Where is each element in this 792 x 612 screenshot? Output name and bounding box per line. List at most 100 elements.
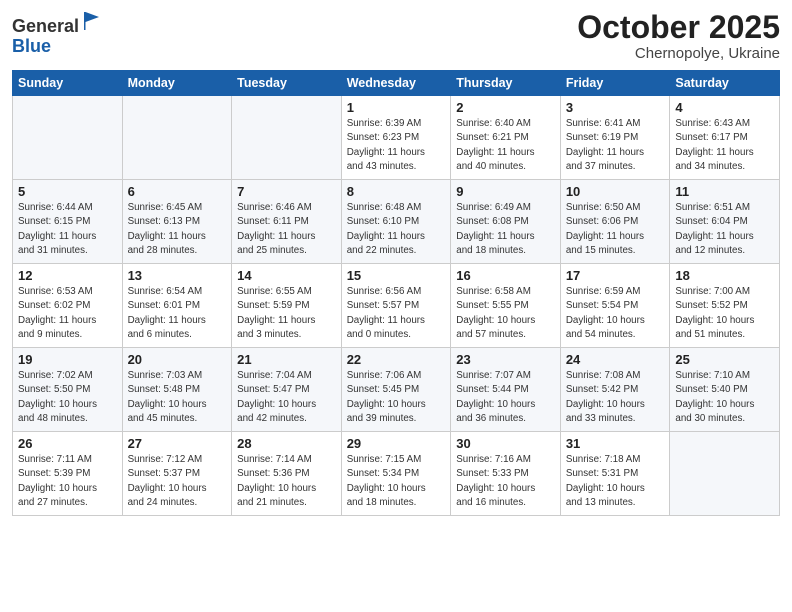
calendar-week-4: 19Sunrise: 7:02 AM Sunset: 5:50 PM Dayli…	[13, 348, 780, 432]
logo-general: General	[12, 16, 79, 36]
calendar-cell: 6 Sunrise: 6:45 AM Sunset: 6:13 PM Daylig…	[122, 180, 232, 264]
day-info: Sunrise: 7:04 AM Sunset: 5:47 PM Dayligh…	[237, 369, 336, 426]
calendar-body: 1 Sunrise: 6:39 AM Sunset: 6:23 PM Daylig…	[13, 96, 780, 516]
day-info: Sunrise: 7:00 AM Sunset: 5:52 PM Dayligh…	[675, 285, 774, 342]
calendar-cell: 1 Sunrise: 6:39 AM Sunset: 6:23 PM Daylig…	[341, 96, 451, 180]
calendar-cell: 23Sunrise: 7:07 AM Sunset: 5:44 PM Dayli…	[451, 348, 561, 432]
calendar-cell: 25Sunrise: 7:10 AM Sunset: 5:40 PM Dayli…	[670, 348, 780, 432]
day-info: Sunrise: 7:12 AM Sunset: 5:37 PM Dayligh…	[128, 453, 227, 510]
day-info: Sunrise: 7:16 AM Sunset: 5:33 PM Dayligh…	[456, 453, 555, 510]
page-header: General Blue October 2025 Chernopolye, U…	[12, 10, 780, 62]
day-number: 5	[18, 184, 117, 199]
calendar-cell: 7Sunrise: 6:46 AM Sunset: 6:11 PM Daylig…	[232, 180, 342, 264]
day-number: 1	[347, 100, 446, 115]
calendar-week-3: 12Sunrise: 6:53 AM Sunset: 6:02 PM Dayli…	[13, 264, 780, 348]
calendar-week-5: 26Sunrise: 7:11 AM Sunset: 5:39 PM Dayli…	[13, 432, 780, 516]
day-info: Sunrise: 6:55 AM Sunset: 5:59 PM Dayligh…	[237, 285, 336, 342]
day-info: Sunrise: 7:14 AM Sunset: 5:36 PM Dayligh…	[237, 453, 336, 510]
calendar-week-1: 1 Sunrise: 6:39 AM Sunset: 6:23 PM Daylig…	[13, 96, 780, 180]
header-sunday: Sunday	[13, 71, 123, 96]
day-info: Sunrise: 7:06 AM Sunset: 5:45 PM Dayligh…	[347, 369, 446, 426]
day-info: Sunrise: 7:02 AM Sunset: 5:50 PM Dayligh…	[18, 369, 117, 426]
day-number: 3	[566, 100, 665, 115]
header-monday: Monday	[122, 71, 232, 96]
day-number: 30	[456, 436, 555, 451]
day-info: Sunrise: 6:51 AM Sunset: 6:04 PM Dayligh…	[675, 201, 774, 258]
calendar-cell	[670, 432, 780, 516]
month-title: October 2025	[577, 10, 780, 45]
calendar-cell	[122, 96, 232, 180]
day-info: Sunrise: 6:39 AM Sunset: 6:23 PM Dayligh…	[347, 117, 446, 174]
day-number: 22	[347, 352, 446, 367]
day-number: 27	[128, 436, 227, 451]
calendar-cell: 28 Sunrise: 7:14 AM Sunset: 5:36 PM Dayli…	[232, 432, 342, 516]
location: Chernopolye, Ukraine	[577, 45, 780, 62]
day-number: 10	[566, 184, 665, 199]
calendar-cell: 21Sunrise: 7:04 AM Sunset: 5:47 PM Dayli…	[232, 348, 342, 432]
calendar-cell: 9Sunrise: 6:49 AM Sunset: 6:08 PM Daylig…	[451, 180, 561, 264]
day-info: Sunrise: 6:45 AM Sunset: 6:13 PM Dayligh…	[128, 201, 227, 258]
calendar-cell: 19Sunrise: 7:02 AM Sunset: 5:50 PM Dayli…	[13, 348, 123, 432]
day-number: 12	[18, 268, 117, 283]
calendar-week-2: 5 Sunrise: 6:44 AM Sunset: 6:15 PM Daylig…	[13, 180, 780, 264]
day-number: 26	[18, 436, 117, 451]
calendar-cell: 16Sunrise: 6:58 AM Sunset: 5:55 PM Dayli…	[451, 264, 561, 348]
calendar-cell: 29Sunrise: 7:15 AM Sunset: 5:34 PM Dayli…	[341, 432, 451, 516]
day-info: Sunrise: 6:56 AM Sunset: 5:57 PM Dayligh…	[347, 285, 446, 342]
calendar-header: Sunday Monday Tuesday Wednesday Thursday…	[13, 71, 780, 96]
day-number: 17	[566, 268, 665, 283]
page-container: General Blue October 2025 Chernopolye, U…	[0, 0, 792, 524]
calendar-cell: 10 Sunrise: 6:50 AM Sunset: 6:06 PM Dayli…	[560, 180, 670, 264]
calendar-cell	[13, 96, 123, 180]
day-number: 28	[237, 436, 336, 451]
calendar-cell: 13 Sunrise: 6:54 AM Sunset: 6:01 PM Dayli…	[122, 264, 232, 348]
calendar-cell: 26Sunrise: 7:11 AM Sunset: 5:39 PM Dayli…	[13, 432, 123, 516]
day-info: Sunrise: 6:44 AM Sunset: 6:15 PM Dayligh…	[18, 201, 117, 258]
calendar-cell: 3 Sunrise: 6:41 AM Sunset: 6:19 PM Daylig…	[560, 96, 670, 180]
calendar-cell: 30 Sunrise: 7:16 AM Sunset: 5:33 PM Dayli…	[451, 432, 561, 516]
day-number: 13	[128, 268, 227, 283]
day-number: 20	[128, 352, 227, 367]
day-info: Sunrise: 6:58 AM Sunset: 5:55 PM Dayligh…	[456, 285, 555, 342]
calendar-cell: 27 Sunrise: 7:12 AM Sunset: 5:37 PM Dayli…	[122, 432, 232, 516]
day-number: 11	[675, 184, 774, 199]
day-number: 31	[566, 436, 665, 451]
day-number: 6	[128, 184, 227, 199]
calendar-cell: 4 Sunrise: 6:43 AM Sunset: 6:17 PM Daylig…	[670, 96, 780, 180]
calendar-cell: 15 Sunrise: 6:56 AM Sunset: 5:57 PM Dayli…	[341, 264, 451, 348]
day-info: Sunrise: 6:46 AM Sunset: 6:11 PM Dayligh…	[237, 201, 336, 258]
day-info: Sunrise: 6:41 AM Sunset: 6:19 PM Dayligh…	[566, 117, 665, 174]
day-number: 18	[675, 268, 774, 283]
day-number: 9	[456, 184, 555, 199]
day-info: Sunrise: 7:18 AM Sunset: 5:31 PM Dayligh…	[566, 453, 665, 510]
calendar-cell: 24Sunrise: 7:08 AM Sunset: 5:42 PM Dayli…	[560, 348, 670, 432]
day-info: Sunrise: 7:15 AM Sunset: 5:34 PM Dayligh…	[347, 453, 446, 510]
header-friday: Friday	[560, 71, 670, 96]
day-number: 8	[347, 184, 446, 199]
logo-blue: Blue	[12, 36, 51, 56]
day-info: Sunrise: 7:03 AM Sunset: 5:48 PM Dayligh…	[128, 369, 227, 426]
calendar-cell: 31 Sunrise: 7:18 AM Sunset: 5:31 PM Dayli…	[560, 432, 670, 516]
day-info: Sunrise: 6:40 AM Sunset: 6:21 PM Dayligh…	[456, 117, 555, 174]
logo-flag-icon	[81, 10, 103, 32]
title-block: October 2025 Chernopolye, Ukraine	[577, 10, 780, 62]
day-number: 25	[675, 352, 774, 367]
day-number: 14	[237, 268, 336, 283]
day-info: Sunrise: 7:08 AM Sunset: 5:42 PM Dayligh…	[566, 369, 665, 426]
logo: General Blue	[12, 10, 103, 57]
calendar-cell: 8 Sunrise: 6:48 AM Sunset: 6:10 PM Daylig…	[341, 180, 451, 264]
calendar-cell: 5 Sunrise: 6:44 AM Sunset: 6:15 PM Daylig…	[13, 180, 123, 264]
day-number: 15	[347, 268, 446, 283]
calendar-cell: 11 Sunrise: 6:51 AM Sunset: 6:04 PM Dayli…	[670, 180, 780, 264]
calendar-cell: 17 Sunrise: 6:59 AM Sunset: 5:54 PM Dayli…	[560, 264, 670, 348]
day-info: Sunrise: 6:43 AM Sunset: 6:17 PM Dayligh…	[675, 117, 774, 174]
day-info: Sunrise: 6:54 AM Sunset: 6:01 PM Dayligh…	[128, 285, 227, 342]
day-info: Sunrise: 6:50 AM Sunset: 6:06 PM Dayligh…	[566, 201, 665, 258]
calendar-cell: 18 Sunrise: 7:00 AM Sunset: 5:52 PM Dayli…	[670, 264, 780, 348]
calendar-cell: 2Sunrise: 6:40 AM Sunset: 6:21 PM Daylig…	[451, 96, 561, 180]
logo-blue-text: Blue	[12, 37, 103, 57]
day-info: Sunrise: 6:59 AM Sunset: 5:54 PM Dayligh…	[566, 285, 665, 342]
day-info: Sunrise: 6:48 AM Sunset: 6:10 PM Dayligh…	[347, 201, 446, 258]
day-number: 4	[675, 100, 774, 115]
header-tuesday: Tuesday	[232, 71, 342, 96]
